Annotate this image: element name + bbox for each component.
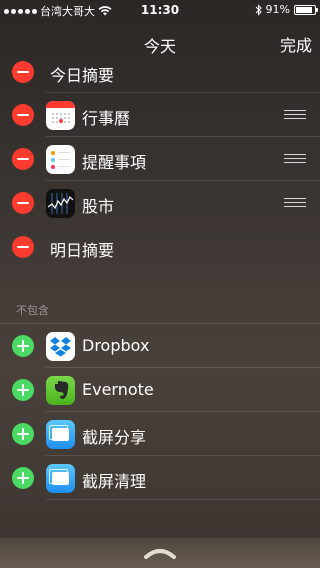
widget-row-tomorrow-summary: 明日摘要	[0, 225, 320, 269]
battery-icon	[294, 4, 318, 15]
evernote-icon	[46, 376, 75, 405]
reorder-handle-icon[interactable]	[284, 198, 306, 207]
widget-row-screenshot-clean: 截屏清理	[0, 456, 320, 500]
add-button[interactable]	[12, 467, 34, 489]
excluded-section-header: 不包含	[16, 304, 49, 317]
widget-label: Dropbox	[82, 336, 150, 355]
widget-row-stocks: 股市	[0, 181, 320, 225]
stocks-icon	[46, 189, 75, 218]
widget-row-calendar: 行事曆	[0, 93, 320, 137]
bottom-grabber-bar[interactable]	[0, 538, 320, 568]
screenshot-icon	[46, 420, 75, 449]
widget-label: Evernote	[82, 380, 154, 399]
battery-percentage: 91%	[265, 3, 290, 16]
widget-label: 明日摘要	[50, 241, 115, 260]
delete-button[interactable]	[12, 236, 34, 258]
widget-row-reminders: 提醒事項	[0, 137, 320, 181]
bluetooth-icon	[255, 3, 262, 16]
calendar-icon	[46, 101, 75, 130]
widget-row-dropbox: Dropbox	[0, 324, 320, 368]
widget-row-evernote: Evernote	[0, 368, 320, 412]
widget-label: 行事曆	[82, 109, 131, 128]
widget-label: 截屏分享	[82, 428, 147, 447]
reorder-handle-icon[interactable]	[284, 154, 306, 163]
widget-label: 截屏清理	[82, 472, 147, 491]
reorder-handle-icon[interactable]	[284, 110, 306, 119]
add-button[interactable]	[12, 335, 34, 357]
chevron-up-icon[interactable]	[143, 546, 177, 560]
widget-row-screenshot-share: 截屏分享	[0, 412, 320, 456]
dropbox-icon	[46, 332, 75, 361]
widget-label: 股市	[82, 197, 115, 216]
status-bar: 台湾大哥大 11:30 91%	[0, 0, 320, 20]
delete-button[interactable]	[12, 148, 34, 170]
screenshot-icon	[46, 464, 75, 493]
add-button[interactable]	[12, 379, 34, 401]
add-button[interactable]	[12, 423, 34, 445]
delete-button[interactable]	[12, 192, 34, 214]
status-right: 91%	[255, 3, 318, 16]
delete-button[interactable]	[12, 104, 34, 126]
reminders-icon	[46, 145, 75, 174]
widget-label: 提醒事項	[82, 153, 147, 172]
delete-button[interactable]	[12, 61, 34, 83]
widget-label: 今日摘要	[50, 66, 115, 85]
widget-row-today-summary: 今日摘要	[0, 51, 320, 93]
